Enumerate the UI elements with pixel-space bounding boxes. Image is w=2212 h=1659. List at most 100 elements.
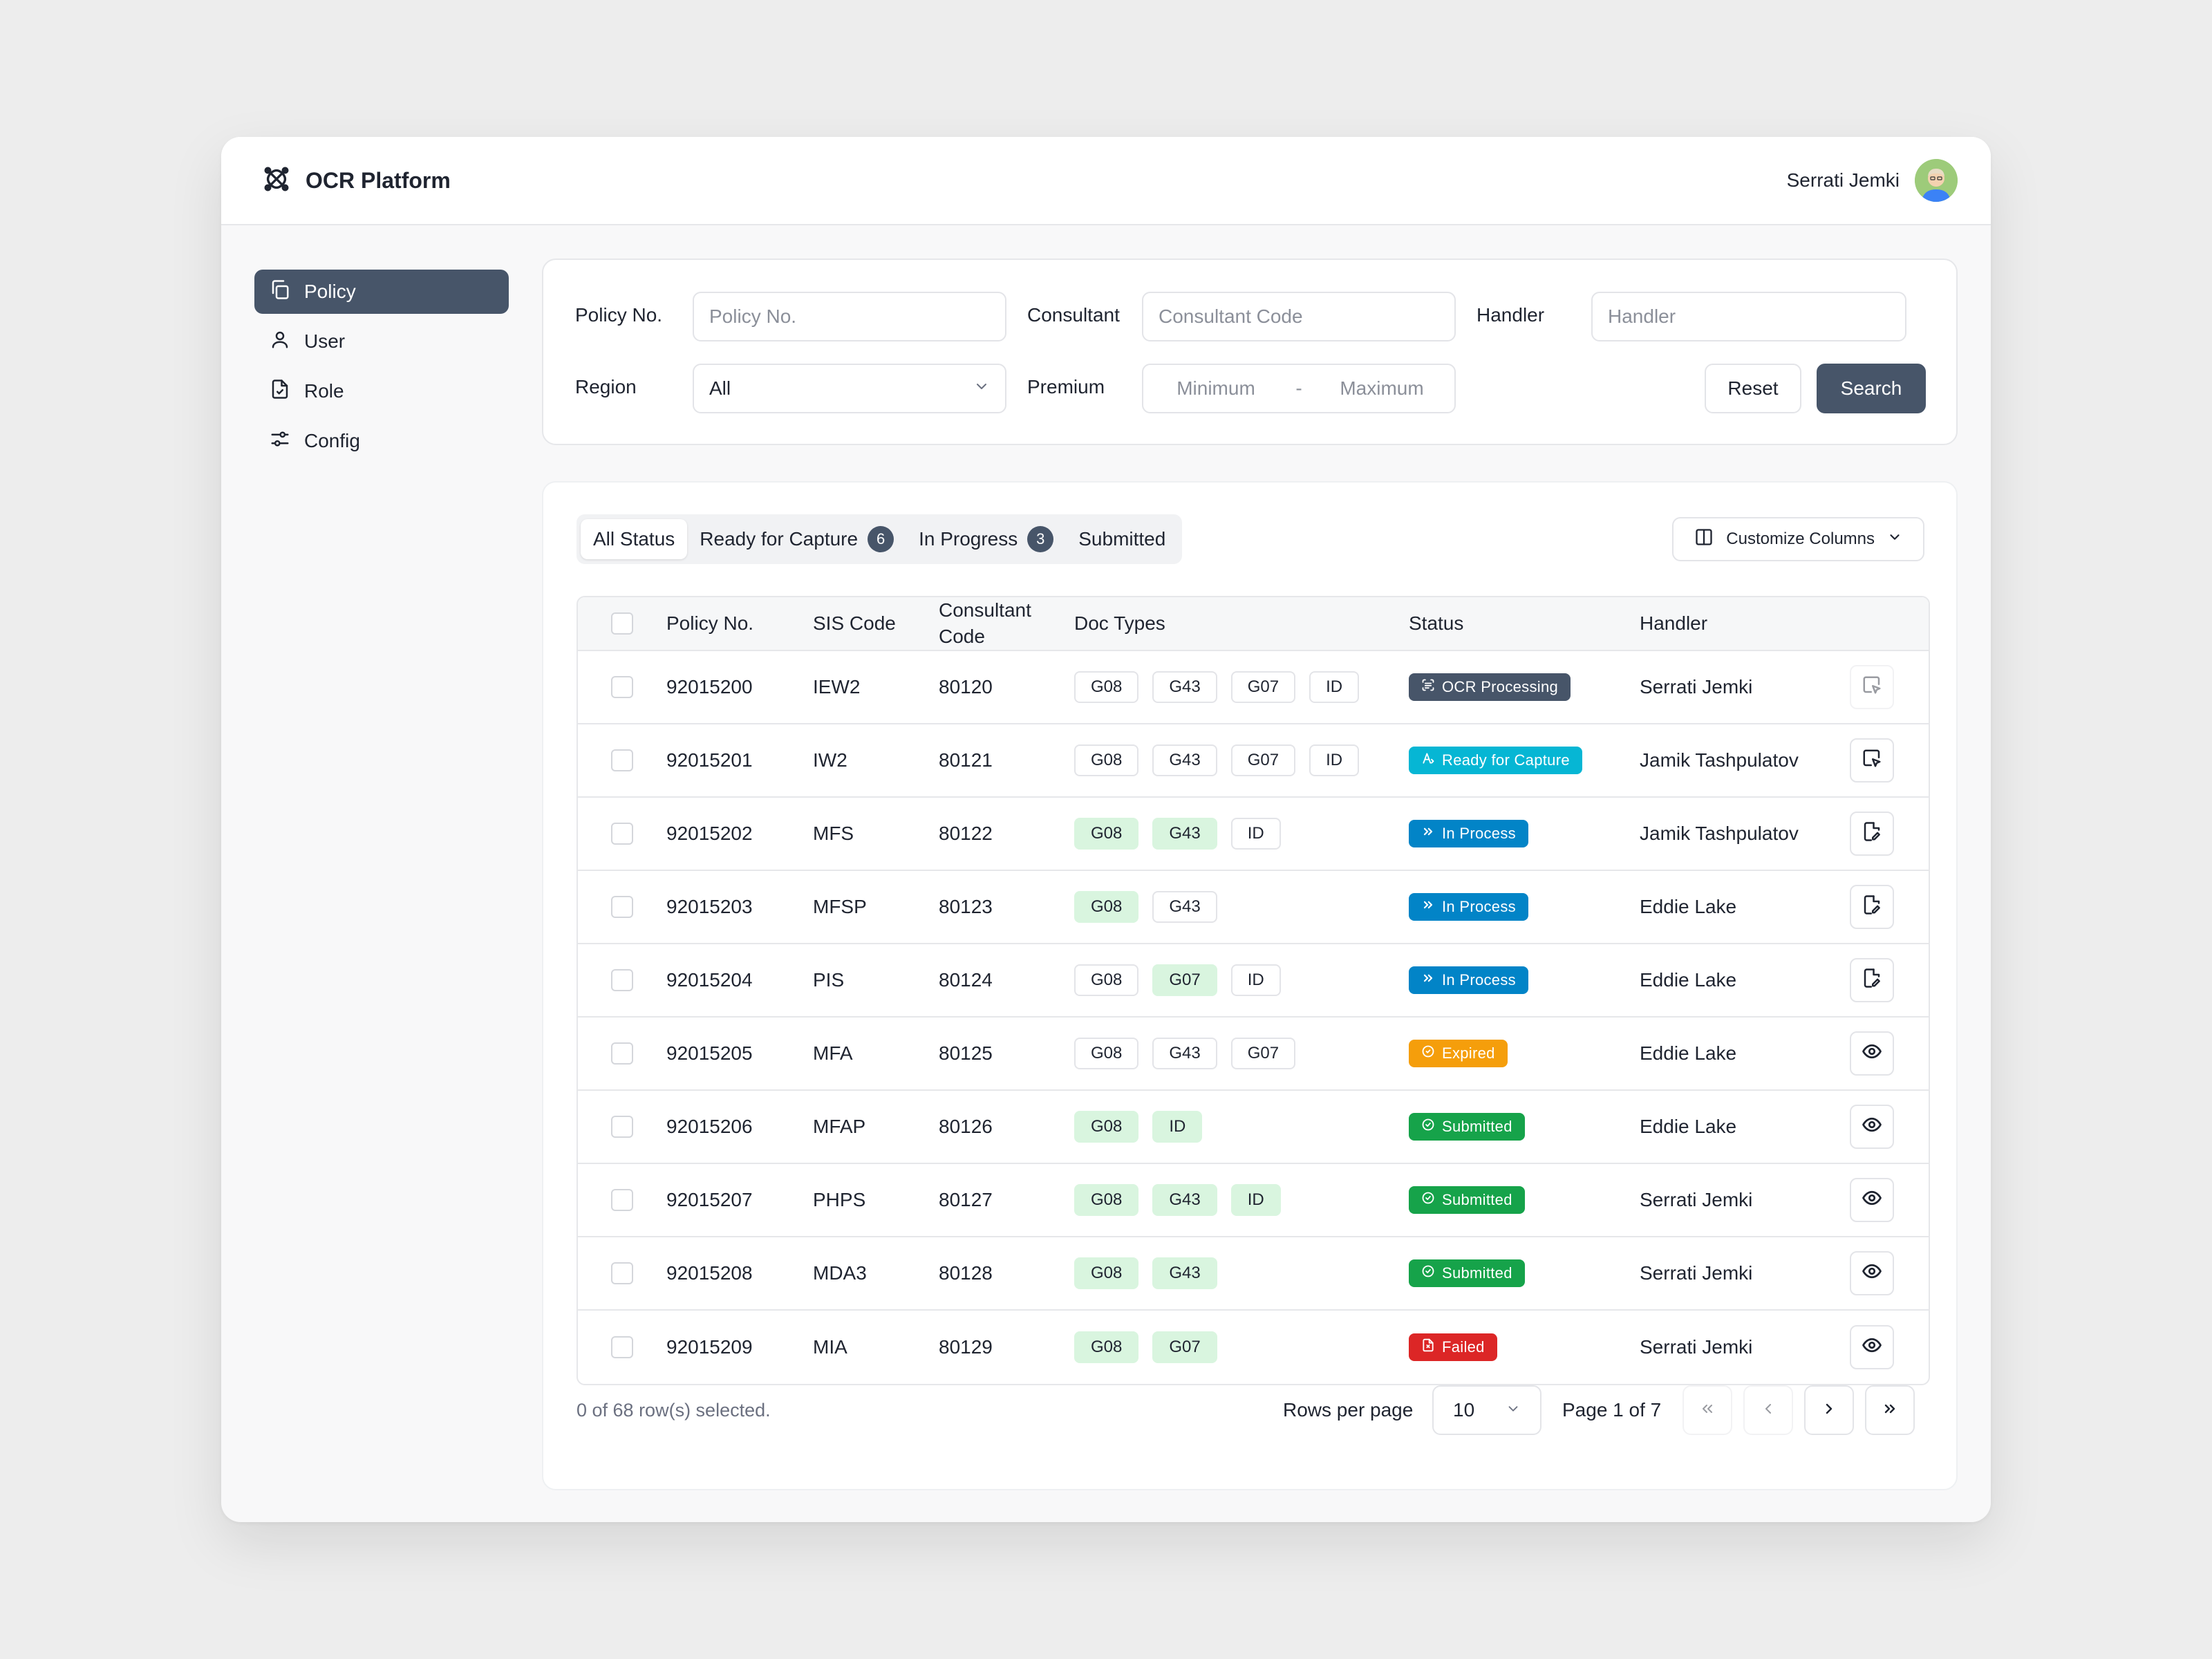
row-action-button[interactable]	[1850, 1105, 1894, 1149]
handler-cell: Eddie Lake	[1640, 969, 1737, 991]
status-badge: Submitted	[1409, 1259, 1525, 1287]
region-label: Region	[575, 376, 637, 397]
column-header-consultant-code[interactable]: Consultant Code	[939, 597, 1049, 650]
region-value: All	[709, 377, 731, 399]
row-action-button[interactable]	[1850, 1031, 1894, 1076]
rows-per-page-select[interactable]: 10	[1432, 1385, 1541, 1435]
table-row[interactable]: 92015204 PIS 80124 G08 G07 ID In Process Eddie …	[578, 944, 1929, 1018]
search-button[interactable]: Search	[1817, 364, 1926, 413]
row-checkbox[interactable]	[611, 969, 633, 991]
row-action-button[interactable]	[1850, 665, 1894, 709]
row-checkbox[interactable]	[611, 1042, 633, 1065]
row-checkbox[interactable]	[611, 823, 633, 845]
table-row[interactable]: 92015209 MIA 80129 G08 G07 Failed Serrati Jemk…	[578, 1311, 1929, 1384]
column-header-handler[interactable]: Handler	[1640, 597, 1707, 650]
first-page-button[interactable]	[1683, 1385, 1732, 1435]
status-label: Submitted	[1442, 1264, 1512, 1282]
reset-button[interactable]: Reset	[1705, 364, 1801, 413]
row-action-button[interactable]	[1850, 738, 1894, 782]
clock-icon	[1421, 1044, 1435, 1062]
handler-input[interactable]	[1591, 292, 1906, 341]
table-row[interactable]: 92015206 MFAP 80126 G08 ID Submitted Eddie Lak…	[578, 1091, 1929, 1164]
column-header-policy-no[interactable]: Policy No.	[666, 597, 753, 650]
premium-min-input[interactable]: Minimum	[1143, 377, 1288, 400]
row-action-button[interactable]	[1850, 1178, 1894, 1222]
row-action-button[interactable]	[1850, 1251, 1894, 1295]
column-header-status[interactable]: Status	[1409, 597, 1463, 650]
row-action-button[interactable]	[1850, 885, 1894, 929]
row-checkbox[interactable]	[611, 1262, 633, 1284]
row-action-button[interactable]	[1850, 958, 1894, 1002]
chevrons-right-icon	[1421, 898, 1435, 916]
customize-columns-button[interactable]: Customize Columns	[1672, 517, 1924, 561]
table-row[interactable]: 92015207 PHPS 80127 G08 G43 ID Submitted Serrat…	[578, 1164, 1929, 1237]
policy-table: Policy No. SIS Code Consultant Code Doc …	[577, 596, 1930, 1385]
row-checkbox[interactable]	[611, 896, 633, 918]
doc-type-tag: G07	[1230, 1038, 1296, 1069]
tab-submitted[interactable]: Submitted	[1066, 519, 1178, 559]
text-select-icon	[1421, 751, 1435, 769]
user-menu[interactable]: Serrati Jemki	[1787, 159, 1958, 202]
table-row[interactable]: 92015200 IEW2 80120 G08 G43 G07 ID OCR Processi…	[578, 651, 1929, 724]
doc-type-tag: G08	[1074, 1257, 1139, 1289]
policy-no-input[interactable]	[693, 292, 1006, 341]
region-select[interactable]: All	[693, 364, 1006, 413]
table-row[interactable]: 92015203 MFSP 80123 G08 G43 In Process Eddie L…	[578, 871, 1929, 944]
previous-page-button[interactable]	[1743, 1385, 1793, 1435]
row-action-button[interactable]	[1850, 1325, 1894, 1369]
doc-type-tag: G07	[1152, 964, 1217, 996]
status-label: Ready for Capture	[1442, 751, 1570, 769]
sidebar-item-config[interactable]: Config	[254, 419, 509, 463]
row-checkbox[interactable]	[611, 1189, 633, 1211]
status-label: In Process	[1442, 898, 1516, 915]
doc-type-tag: G08	[1074, 744, 1139, 776]
premium-max-input[interactable]: Maximum	[1309, 377, 1454, 400]
table-row[interactable]: 92015205 MFA 80125 G08 G43 G07 Expired Eddie La…	[578, 1018, 1929, 1091]
doc-type-tag: G07	[1152, 1331, 1217, 1363]
status-label: In Process	[1442, 971, 1516, 988]
chevron-down-icon	[1506, 1399, 1521, 1421]
tab-label: In Progress	[919, 528, 1018, 550]
brand[interactable]: OCR Platform	[263, 165, 451, 196]
table-row[interactable]: 92015202 MFS 80122 G08 G43 ID In Process Jamik …	[578, 798, 1929, 871]
tab-ready-for-capture[interactable]: Ready for Capture 6	[687, 519, 906, 559]
policy-table-card: All Status Ready for Capture 6 In Progre…	[542, 481, 1958, 1490]
policy-no-cell: 92015208	[666, 1262, 753, 1284]
sidebar: Policy User Role Config	[254, 270, 509, 469]
eye-icon	[1862, 1041, 1882, 1067]
status-label: In Process	[1442, 825, 1516, 842]
table-row[interactable]: 92015201 IW2 80121 G08 G43 G07 ID Ready for Cap…	[578, 724, 1929, 798]
tab-all-status[interactable]: All Status	[581, 519, 688, 559]
next-page-button[interactable]	[1804, 1385, 1854, 1435]
status-badge: In Process	[1409, 820, 1528, 847]
table-row[interactable]: 92015208 MDA3 80128 G08 G43 Submitted Serrati …	[578, 1237, 1929, 1311]
edit-icon	[1862, 894, 1882, 920]
consultant-code-input[interactable]	[1142, 292, 1456, 341]
policy-no-label: Policy No.	[575, 304, 663, 326]
tab-count-badge: 6	[868, 526, 894, 552]
sidebar-item-policy[interactable]: Policy	[254, 270, 509, 314]
status-label: Submitted	[1442, 1191, 1512, 1208]
premium-range: Minimum - Maximum	[1142, 364, 1456, 413]
row-checkbox[interactable]	[611, 676, 633, 698]
column-header-sis-code[interactable]: SIS Code	[813, 597, 896, 650]
tab-in-progress[interactable]: In Progress 3	[906, 519, 1066, 559]
doc-type-tag: ID	[1309, 671, 1360, 703]
sidebar-item-role[interactable]: Role	[254, 369, 509, 413]
last-page-button[interactable]	[1865, 1385, 1915, 1435]
avatar[interactable]	[1915, 159, 1958, 202]
row-checkbox[interactable]	[611, 749, 633, 771]
row-action-button[interactable]	[1850, 812, 1894, 856]
row-checkbox[interactable]	[611, 1336, 633, 1358]
file-x-icon	[1421, 1338, 1435, 1356]
sidebar-item-user[interactable]: User	[254, 319, 509, 364]
row-checkbox[interactable]	[611, 1116, 633, 1138]
policy-no-cell: 92015207	[666, 1189, 753, 1210]
column-header-doc-types[interactable]: Doc Types	[1074, 597, 1165, 650]
status-tabs: All Status Ready for Capture 6 In Progre…	[577, 514, 1183, 564]
policy-no-cell: 92015203	[666, 896, 753, 917]
consultant-code-cell: 80121	[939, 749, 993, 771]
select-all-checkbox[interactable]	[611, 612, 633, 635]
table-body: 92015200 IEW2 80120 G08 G43 G07 ID OCR Processi…	[578, 651, 1929, 1384]
check-circle-icon	[1421, 1118, 1435, 1136]
